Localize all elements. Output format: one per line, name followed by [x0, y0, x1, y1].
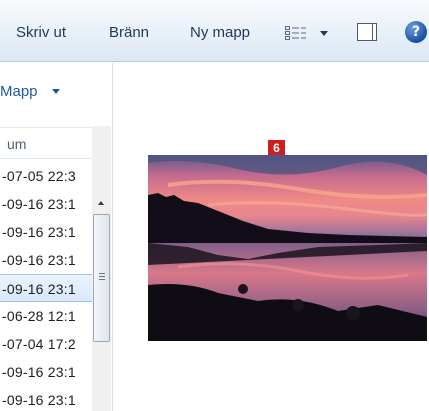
list-item-selected[interactable]: -09-16 23:1: [0, 274, 92, 302]
list-item[interactable]: -09-16 23:1: [0, 358, 92, 386]
scroll-up-arrow-icon[interactable]: [92, 194, 111, 212]
grip-icon: [99, 273, 105, 280]
print-button[interactable]: Skriv ut: [16, 24, 66, 42]
column-header-label: um: [7, 136, 27, 152]
burn-button[interactable]: Bränn: [109, 24, 149, 42]
date-column-header[interactable]: um: [0, 127, 92, 159]
help-icon[interactable]: ?: [405, 21, 427, 43]
scroll-thumb[interactable]: [93, 214, 110, 342]
file-list-pane: Mapp um -07-05 22:3 -09-16 23:1 -09-16 2…: [0, 63, 113, 411]
list-item[interactable]: -09-16 23:1: [0, 386, 92, 411]
list-item[interactable]: -06-28 12:1: [0, 302, 92, 330]
new-folder-button[interactable]: Ny mapp: [190, 24, 250, 42]
command-bar: Skriv ut Bränn Ny mapp ?: [0, 0, 429, 62]
list-item[interactable]: -07-05 22:3: [0, 162, 92, 190]
arrange-by-dropdown[interactable]: Mapp: [0, 83, 38, 100]
sunset-lake-photo: [148, 155, 427, 341]
preview-pane-icon[interactable]: [357, 23, 377, 41]
chevron-down-icon[interactable]: [320, 31, 328, 36]
list-item[interactable]: -09-16 23:1: [0, 218, 92, 246]
list-item[interactable]: -07-04 17:2: [0, 330, 92, 358]
list-item[interactable]: -09-16 23:1: [0, 190, 92, 218]
vertical-scrollbar[interactable]: [92, 126, 111, 411]
view-details-icon[interactable]: [285, 26, 307, 40]
date-list: -07-05 22:3 -09-16 23:1 -09-16 23:1 -09-…: [0, 162, 92, 411]
callout-badge: 6: [268, 140, 285, 156]
list-item[interactable]: -09-16 23:1: [0, 246, 92, 274]
chevron-down-icon[interactable]: [52, 89, 60, 94]
